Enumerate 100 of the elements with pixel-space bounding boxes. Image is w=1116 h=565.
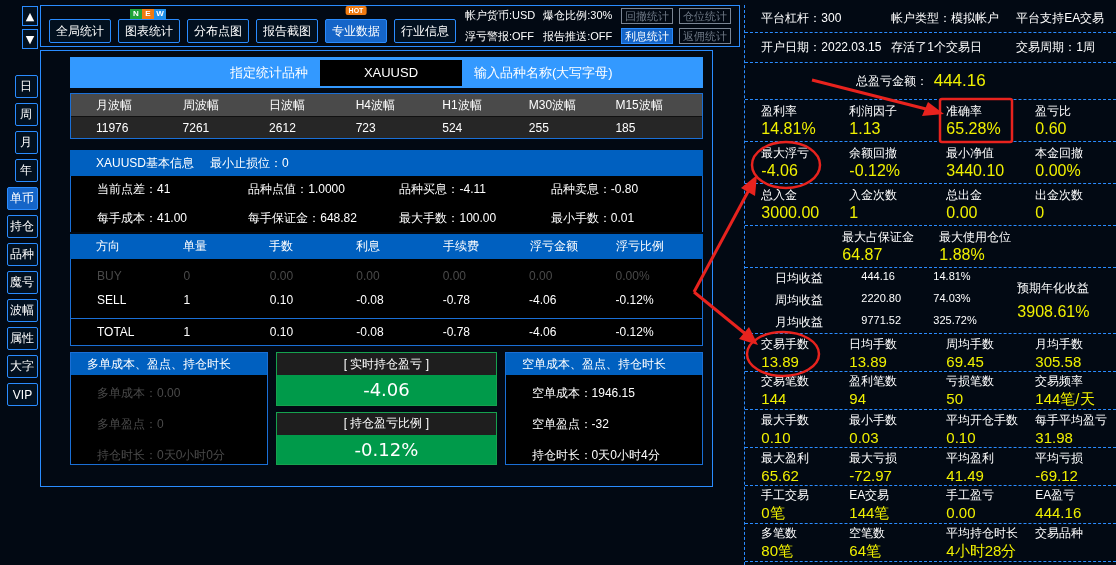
stat-label: 交易手数 bbox=[761, 335, 811, 353]
table-cell-text: 185 bbox=[615, 120, 637, 135]
stat-value: 3000.00 bbox=[761, 204, 821, 222]
status-text: 报告推送:OFF bbox=[543, 29, 613, 44]
table-cell-text: -0.12% bbox=[615, 293, 655, 307]
stat-value: 1 bbox=[849, 204, 860, 222]
column-header: 手续费 bbox=[442, 238, 480, 255]
info-text: 每手成本：41.00 bbox=[96, 210, 188, 227]
mode-button[interactable]: 品种 bbox=[6, 243, 38, 266]
info-text: 最小止损位：0 bbox=[210, 154, 289, 172]
stat-label: 总入金 bbox=[761, 187, 799, 204]
card-title: [ 持仓盈亏比例 ] bbox=[277, 412, 496, 435]
toolbar-button[interactable]: 报告截图 bbox=[255, 19, 318, 43]
stat-label: 手工交易 bbox=[761, 486, 811, 504]
account-info: 开户日期：2022.03.15 bbox=[761, 39, 883, 56]
table-cell-text: -0.78 bbox=[442, 325, 472, 339]
stat-value: 41.49 bbox=[946, 466, 985, 484]
stat-label: 盈利率 bbox=[761, 103, 799, 120]
mode-button[interactable]: VIP bbox=[6, 383, 38, 406]
status-text: 浮亏警报:OFF bbox=[464, 29, 536, 44]
info-text: 最大手数：100.00 bbox=[399, 210, 498, 227]
mode-button[interactable]: 大字 bbox=[6, 355, 38, 378]
table-cell-text: BUY bbox=[96, 269, 123, 283]
table-cell-text: 0.00 bbox=[269, 269, 295, 283]
info-text: 空单盈点：-32 bbox=[531, 416, 610, 433]
stat-value: 305.58 bbox=[1035, 352, 1083, 370]
period-button[interactable]: 周 bbox=[14, 103, 38, 126]
panel-title: 多单成本、盈点、持仓时长 bbox=[70, 353, 268, 375]
stats-button[interactable]: 返佣统计 bbox=[679, 28, 732, 44]
table-cell-text: -0.08 bbox=[356, 325, 385, 339]
stat-label: 多笔数 bbox=[761, 524, 799, 542]
stat-label: 平均亏损 bbox=[1035, 449, 1085, 467]
column-header: 单量 bbox=[182, 238, 208, 255]
stat-value: 1.13 bbox=[849, 120, 882, 138]
stat-value: -69.12 bbox=[1035, 466, 1079, 484]
toolbar-button[interactable]: 分布点图 bbox=[186, 19, 249, 43]
table-cell-text: 1 bbox=[183, 293, 192, 307]
stat-label: 入金次数 bbox=[849, 187, 899, 204]
stat-label: 平均盈利 bbox=[946, 449, 996, 467]
stat-value: 13.89 bbox=[761, 352, 800, 370]
stat-value: 80笔 bbox=[761, 541, 795, 561]
pnl-value: -0.12% bbox=[277, 434, 496, 464]
period-button[interactable]: 月 bbox=[14, 131, 38, 154]
stat-value: -0.12% bbox=[849, 162, 902, 180]
scroll-up-button[interactable]: ▲ bbox=[21, 6, 38, 26]
stat-value: 144 bbox=[761, 389, 788, 407]
period-button[interactable]: 年 bbox=[14, 159, 38, 182]
scroll-down-button[interactable]: ▼ bbox=[21, 29, 38, 49]
stat-value: 0.10 bbox=[946, 428, 977, 446]
stat-label: EA交易 bbox=[849, 486, 891, 504]
stat-value: 444.16 bbox=[1035, 503, 1083, 521]
stats-button[interactable]: 回撤统计 bbox=[621, 8, 674, 24]
stat-value: 94 bbox=[849, 389, 868, 407]
info-text: 最小手数：0.01 bbox=[550, 210, 636, 227]
stat-value: 0.10 bbox=[761, 428, 792, 446]
column-header: M15波幅 bbox=[615, 96, 664, 114]
column-header: M30波幅 bbox=[528, 96, 578, 114]
stat-value: 0笔 bbox=[761, 503, 786, 523]
average-amount: 2220.80 bbox=[861, 292, 903, 306]
stat-label: 出金次数 bbox=[1035, 187, 1085, 204]
stat-value: 1.88% bbox=[939, 246, 986, 264]
toolbar-button[interactable]: 专业数据 bbox=[324, 19, 387, 43]
info-text: 当前点差：41 bbox=[96, 181, 172, 198]
average-percent: 74.03% bbox=[933, 292, 972, 306]
mode-button[interactable]: 持仓 bbox=[6, 215, 38, 238]
stats-button[interactable]: 利息统计 bbox=[621, 28, 674, 44]
stat-label: 本金回撤 bbox=[1035, 145, 1085, 162]
mode-button[interactable]: 魔号 bbox=[6, 271, 38, 294]
table-cell-text: 0.10 bbox=[269, 293, 295, 307]
card-title: [ 实时持仓盈亏 ] bbox=[277, 353, 496, 375]
info-title: XAUUSD基本信息 bbox=[95, 154, 194, 172]
stats-button[interactable]: 仓位统计 bbox=[679, 8, 732, 24]
stat-value: 69.45 bbox=[946, 352, 985, 370]
mode-button[interactable]: 单币 bbox=[6, 187, 38, 210]
mode-button[interactable]: 波幅 bbox=[6, 299, 38, 322]
table-cell-text: -0.08 bbox=[356, 293, 385, 307]
stat-value: 3440.10 bbox=[946, 162, 1006, 180]
stat-label: 盈亏比 bbox=[1035, 103, 1073, 120]
account-info: 交易周期：1周 bbox=[1016, 39, 1097, 56]
average-percent: 325.72% bbox=[933, 314, 978, 328]
stat-value: 65.62 bbox=[761, 466, 800, 484]
toolbar-button[interactable]: 行业信息 bbox=[393, 19, 456, 43]
toolbar-button[interactable]: 全局统计 bbox=[48, 19, 111, 43]
stat-label: 交易频率 bbox=[1035, 372, 1085, 390]
stat-label: 平均开仓手数 bbox=[946, 411, 1020, 429]
column-header: 日波幅 bbox=[269, 96, 307, 114]
column-header: 浮亏金额 bbox=[529, 238, 579, 255]
table-cell-text: 0 bbox=[183, 269, 192, 283]
symbol-hint: 输入品种名称(大写字母) bbox=[473, 63, 613, 82]
stat-value: 50 bbox=[946, 389, 965, 407]
symbol-input[interactable]: XAUUSD bbox=[319, 59, 462, 86]
stat-label: 每手平均盈亏 bbox=[1035, 411, 1109, 429]
mode-button[interactable]: 属性 bbox=[6, 327, 38, 350]
column-header: 方向 bbox=[95, 238, 121, 255]
period-button[interactable]: 日 bbox=[14, 75, 38, 98]
toolbar-button[interactable]: 图表统计 bbox=[117, 19, 180, 43]
table-cell-text: 0.10 bbox=[269, 325, 295, 339]
stat-value: 0.00% bbox=[1035, 162, 1082, 180]
average-amount: 9771.52 bbox=[861, 314, 903, 328]
info-text: 持仓时长：0天0小时0分 bbox=[96, 447, 226, 464]
